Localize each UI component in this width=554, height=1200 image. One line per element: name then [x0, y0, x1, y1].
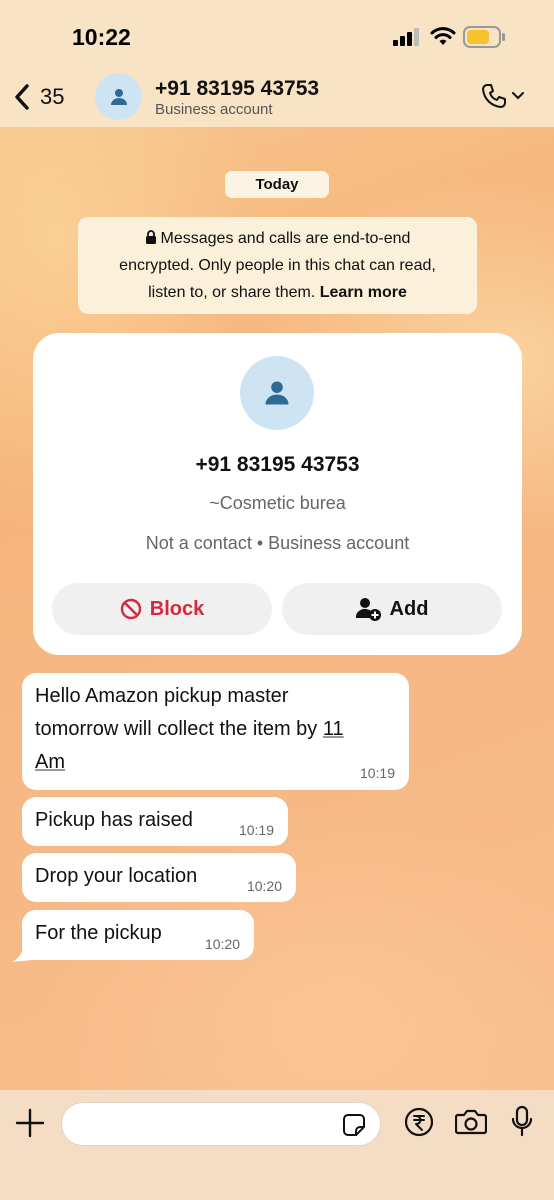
back-button[interactable]: 35	[14, 82, 64, 112]
message-time: 10:20	[204, 936, 240, 952]
avatar[interactable]	[95, 73, 142, 120]
encryption-notice[interactable]: Messages and calls are end-to-end encryp…	[78, 217, 477, 314]
unread-count: 35	[40, 84, 65, 109]
microphone-icon[interactable]	[510, 1105, 534, 1137]
chevron-down-icon	[512, 92, 524, 100]
person-icon	[110, 88, 127, 105]
card-avatar[interactable]	[240, 356, 314, 430]
rupee-payment-icon[interactable]	[404, 1107, 434, 1137]
message-time: 10:20	[246, 878, 282, 894]
block-icon	[120, 598, 141, 620]
encryption-line-1: Messages and calls are end-to-end	[160, 230, 411, 247]
message-input[interactable]	[61, 1102, 381, 1146]
encryption-line-2: encrypted. Only people in this chat can …	[119, 257, 436, 274]
lock-icon	[145, 230, 156, 244]
message-bubble[interactable]: Pickup has raised 10:19	[22, 797, 288, 846]
add-contact-button[interactable]: Add	[282, 583, 502, 635]
contact-name[interactable]: +91 83195 43753	[155, 77, 319, 101]
person-icon	[265, 381, 289, 405]
message-bubble[interactable]: For the pickup 10:20	[22, 910, 254, 960]
card-contact-alias: ~Cosmetic burea	[209, 493, 346, 513]
contact-subtitle: Business account	[155, 101, 273, 118]
learn-more-link[interactable]: Learn more	[320, 284, 407, 301]
call-button[interactable]	[480, 82, 524, 110]
wifi-icon	[430, 27, 456, 45]
message-text: Am	[35, 751, 65, 773]
camera-icon[interactable]	[455, 1109, 487, 1135]
encryption-line-3: listen to, or share them.	[148, 284, 316, 301]
message-bubble[interactable]: Drop your location 10:20	[22, 853, 296, 902]
composer-bar	[0, 1090, 554, 1200]
cellular-signal-icon	[393, 28, 419, 46]
status-bar: 10:22	[0, 0, 554, 70]
message-time: 10:19	[238, 822, 274, 838]
message-number: 11	[322, 718, 344, 740]
contact-info-card: +91 83195 43753 ~Cosmetic burea Not a co…	[33, 333, 522, 655]
add-person-icon	[355, 598, 381, 621]
sticker-icon[interactable]	[342, 1113, 366, 1137]
card-contact-name: +91 83195 43753	[195, 453, 360, 476]
battery-icon	[463, 26, 505, 48]
message-text: Pickup has raised	[35, 809, 193, 831]
card-contact-meta: Not a contact • Business account	[145, 533, 410, 553]
phone-icon	[482, 84, 506, 108]
message-bubble[interactable]: Hello Amazon pickup master tomorrow will…	[22, 673, 409, 790]
message-text: tomorrow will collect the item by 11	[35, 718, 344, 740]
add-label: Add	[389, 597, 429, 620]
message-text: Hello Amazon pickup master	[35, 685, 289, 707]
chat-header: 35 +91 83195 43753 Business account	[0, 70, 554, 127]
message-text: For the pickup	[35, 922, 162, 944]
date-chip: Today	[225, 171, 329, 198]
block-label: Block	[149, 597, 205, 620]
plus-icon[interactable]	[14, 1107, 46, 1139]
message-time: 10:19	[359, 765, 395, 781]
block-button[interactable]: Block	[52, 583, 272, 635]
status-time: 10:22	[72, 24, 131, 50]
chevron-left-icon	[15, 84, 29, 110]
message-text: Drop your location	[35, 865, 198, 887]
